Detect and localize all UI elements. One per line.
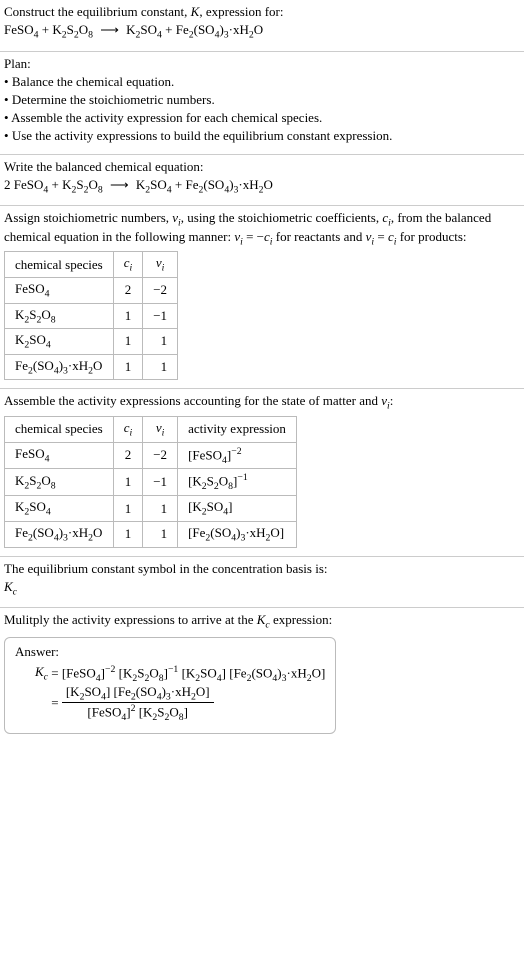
cell-v: −2 bbox=[143, 277, 178, 303]
kc-rhs: = [FeSO4]−2 [K2S2O8]−1 [K2SO4] [Fe2(SO4)… bbox=[51, 664, 325, 723]
symbol-heading: The equilibrium constant symbol in the c… bbox=[4, 561, 520, 577]
cell-species: K2SO4 bbox=[5, 329, 114, 355]
activity-section: Assemble the activity expressions accoun… bbox=[0, 389, 524, 555]
col-v: νi bbox=[143, 416, 178, 442]
kc-frac-denominator: [FeSO4]2 [K2S2O8] bbox=[62, 703, 214, 723]
plan-heading: Plan: bbox=[4, 56, 520, 72]
final-section: Mulitply the activity expressions to arr… bbox=[0, 608, 524, 742]
cell-activity: [K2S2O8]−1 bbox=[178, 469, 297, 496]
cell-c: 1 bbox=[113, 496, 143, 522]
cell-v: 1 bbox=[143, 496, 178, 522]
plan-item: • Balance the chemical equation. bbox=[4, 74, 520, 90]
cell-species: K2SO4 bbox=[5, 496, 114, 522]
table-row: K2SO4 1 1 bbox=[5, 329, 178, 355]
cell-c: 2 bbox=[113, 277, 143, 303]
cell-c: 2 bbox=[113, 442, 143, 469]
table-header-row: chemical species ci νi activity expressi… bbox=[5, 416, 297, 442]
cell-activity: [FeSO4]−2 bbox=[178, 442, 297, 469]
cell-activity: [K2SO4] bbox=[178, 496, 297, 522]
plan-item-text: Determine the stoichiometric numbers. bbox=[12, 92, 215, 107]
table-row: Fe2(SO4)3·xH2O 1 1 [Fe2(SO4)3·xH2O] bbox=[5, 521, 297, 547]
plan-item-text: Assemble the activity expression for eac… bbox=[11, 110, 322, 125]
plan-item: • Use the activity expressions to build … bbox=[4, 128, 520, 144]
cell-c: 1 bbox=[113, 354, 143, 380]
intro-equation: FeSO4 + K2S2O8 ⟶ K2SO4 + Fe2(SO4)3·xH2O bbox=[4, 22, 520, 41]
cell-v: −2 bbox=[143, 442, 178, 469]
table-row: Fe2(SO4)3·xH2O 1 1 bbox=[5, 354, 178, 380]
symbol-section: The equilibrium constant symbol in the c… bbox=[0, 557, 524, 608]
answer-label: Answer: bbox=[15, 644, 325, 660]
symbol-value: Kc bbox=[4, 579, 520, 598]
cell-species: FeSO4 bbox=[5, 277, 114, 303]
activity-table: chemical species ci νi activity expressi… bbox=[4, 416, 297, 548]
table-row: K2S2O8 1 −1 bbox=[5, 303, 178, 329]
cell-c: 1 bbox=[113, 521, 143, 547]
stoich-heading: Assign stoichiometric numbers, νi, using… bbox=[4, 210, 520, 247]
kc-frac-numerator: [K2SO4] [Fe2(SO4)3·xH2O] bbox=[62, 684, 214, 704]
cell-activity: [Fe2(SO4)3·xH2O] bbox=[178, 521, 297, 547]
kc-fraction: [K2SO4] [Fe2(SO4)3·xH2O] [FeSO4]2 [K2S2O… bbox=[62, 684, 214, 724]
table-row: FeSO4 2 −2 bbox=[5, 277, 178, 303]
cell-v: 1 bbox=[143, 521, 178, 547]
table-row: FeSO4 2 −2 [FeSO4]−2 bbox=[5, 442, 297, 469]
col-v: νi bbox=[143, 252, 178, 278]
cell-v: 1 bbox=[143, 354, 178, 380]
stoich-table: chemical species ci νi FeSO4 2 −2 K2S2O8… bbox=[4, 251, 178, 380]
balanced-section: Write the balanced chemical equation: 2 … bbox=[0, 155, 524, 206]
kc-lhs: Kc bbox=[35, 664, 51, 683]
cell-v: −1 bbox=[143, 303, 178, 329]
activity-heading: Assemble the activity expressions accoun… bbox=[4, 393, 520, 412]
answer-box: Answer: Kc = [FeSO4]−2 [K2S2O8]−1 [K2SO4… bbox=[4, 637, 336, 734]
cell-c: 1 bbox=[113, 329, 143, 355]
cell-species: K2S2O8 bbox=[5, 469, 114, 496]
table-row: K2SO4 1 1 [K2SO4] bbox=[5, 496, 297, 522]
plan-item-text: Balance the chemical equation. bbox=[12, 74, 174, 89]
plan-item: • Determine the stoichiometric numbers. bbox=[4, 92, 520, 108]
plan-item-text: Use the activity expressions to build th… bbox=[12, 128, 393, 143]
stoich-section: Assign stoichiometric numbers, νi, using… bbox=[0, 206, 524, 388]
balanced-equation: 2 FeSO4 + K2S2O8 ⟶ K2SO4 + Fe2(SO4)3·xH2… bbox=[4, 177, 520, 196]
intro-line1: Construct the equilibrium constant, K, e… bbox=[4, 4, 520, 20]
col-c: ci bbox=[113, 416, 143, 442]
table-header-row: chemical species ci νi bbox=[5, 252, 178, 278]
col-species: chemical species bbox=[5, 416, 114, 442]
kc-rhs-line1: = [FeSO4]−2 [K2S2O8]−1 [K2SO4] [Fe2(SO4)… bbox=[51, 664, 325, 684]
intro-section: Construct the equilibrium constant, K, e… bbox=[0, 0, 524, 51]
plan-item: • Assemble the activity expression for e… bbox=[4, 110, 520, 126]
cell-species: Fe2(SO4)3·xH2O bbox=[5, 354, 114, 380]
cell-c: 1 bbox=[113, 469, 143, 496]
kc-rhs-line2: = [K2SO4] [Fe2(SO4)3·xH2O] [FeSO4]2 [K2S… bbox=[51, 684, 325, 724]
cell-species: Fe2(SO4)3·xH2O bbox=[5, 521, 114, 547]
cell-v: −1 bbox=[143, 469, 178, 496]
table-row: K2S2O8 1 −1 [K2S2O8]−1 bbox=[5, 469, 297, 496]
cell-c: 1 bbox=[113, 303, 143, 329]
col-species: chemical species bbox=[5, 252, 114, 278]
col-c: ci bbox=[113, 252, 143, 278]
cell-v: 1 bbox=[143, 329, 178, 355]
col-activity: activity expression bbox=[178, 416, 297, 442]
kc-equation: Kc = [FeSO4]−2 [K2S2O8]−1 [K2SO4] [Fe2(S… bbox=[35, 664, 325, 723]
cell-species: K2S2O8 bbox=[5, 303, 114, 329]
balanced-heading: Write the balanced chemical equation: bbox=[4, 159, 520, 175]
final-heading: Mulitply the activity expressions to arr… bbox=[4, 612, 520, 631]
plan-section: Plan: • Balance the chemical equation. •… bbox=[0, 52, 524, 154]
cell-species: FeSO4 bbox=[5, 442, 114, 469]
